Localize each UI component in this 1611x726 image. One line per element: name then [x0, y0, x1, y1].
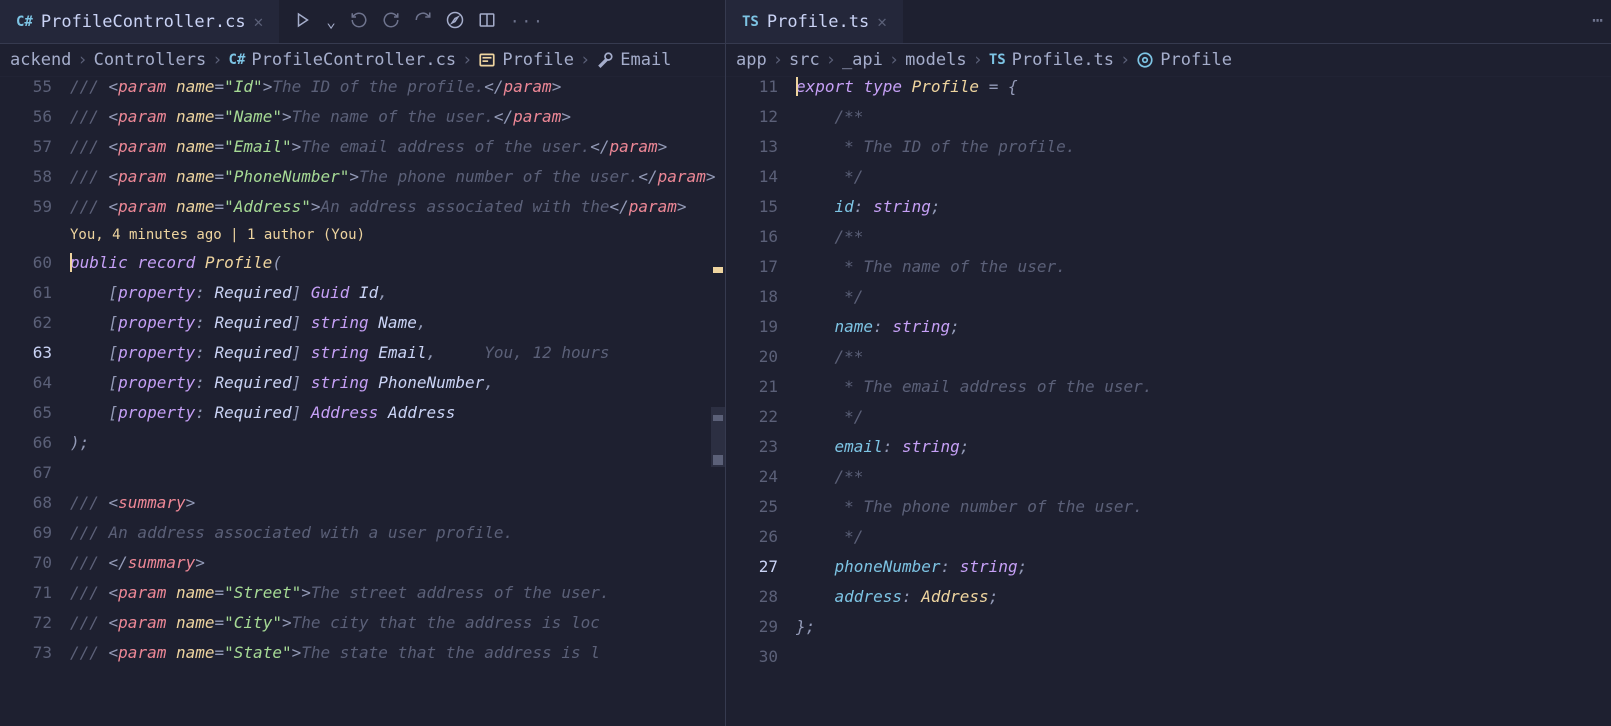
breadcrumb-segment[interactable]: Profile [1160, 50, 1232, 70]
chevron-right-icon: › [889, 50, 899, 70]
chevron-right-icon: › [212, 50, 222, 70]
tab-profilecontroller[interactable]: C# ProfileController.cs ✕ [0, 0, 280, 43]
split-editor-icon[interactable] [478, 11, 496, 33]
breadcrumb-segment[interactable]: Profile.ts [1012, 50, 1114, 70]
breadcrumb-right[interactable]: app › src › _api › models › TS Profile.t… [726, 44, 1611, 77]
interface-symbol-icon [1136, 51, 1154, 69]
breadcrumb-segment[interactable]: app [736, 50, 767, 70]
breadcrumb-segment[interactable]: ackend [10, 50, 71, 70]
more-icon[interactable]: ⋯ [1592, 10, 1603, 31]
editor-pane-left: C# ProfileController.cs ✕ ⌄ [0, 0, 726, 726]
chevron-right-icon: › [826, 50, 836, 70]
chevron-right-icon: › [77, 50, 87, 70]
chevron-right-icon: › [1120, 50, 1130, 70]
csharp-file-icon: C# [16, 14, 33, 30]
refresh-icon[interactable] [414, 11, 432, 33]
redo-icon[interactable] [382, 11, 400, 33]
breadcrumb-segment[interactable]: Controllers [94, 50, 207, 70]
code-editor-left[interactable]: 55/// <param name="Id">The ID of the pro… [0, 77, 725, 726]
close-tab-icon[interactable]: ✕ [877, 12, 887, 31]
tab-bar-left: C# ProfileController.cs ✕ ⌄ [0, 0, 725, 44]
chevron-right-icon: › [580, 50, 590, 70]
tab-bar-right: TS Profile.ts ✕ ⋯ [726, 0, 1611, 44]
breadcrumb-segment[interactable]: _api [842, 50, 883, 70]
editor-pane-right: TS Profile.ts ✕ ⋯ app › src › _api › mod… [726, 0, 1611, 726]
run-icon[interactable] [294, 11, 312, 33]
code-editor-right[interactable]: 11export type Profile = {12 /**13 * The … [726, 77, 1611, 726]
overview-ruler[interactable] [711, 77, 725, 726]
chevron-right-icon: › [973, 50, 983, 70]
typescript-file-icon: TS [989, 52, 1006, 68]
breadcrumb-segment[interactable]: Email [620, 50, 671, 70]
chevron-right-icon: › [773, 50, 783, 70]
breadcrumb-segment[interactable]: models [905, 50, 966, 70]
compass-icon[interactable] [446, 11, 464, 33]
record-symbol-icon [478, 51, 496, 69]
chevron-down-icon[interactable]: ⌄ [326, 12, 336, 31]
property-symbol-icon [596, 51, 614, 69]
csharp-file-icon: C# [229, 52, 246, 68]
tab-title: Profile.ts [767, 12, 869, 32]
close-tab-icon[interactable]: ✕ [254, 12, 264, 31]
breadcrumb-left[interactable]: ackend › Controllers › C# ProfileControl… [0, 44, 725, 77]
breadcrumb-segment[interactable]: Profile [502, 50, 574, 70]
breadcrumb-segment[interactable]: ProfileController.cs [251, 50, 456, 70]
chevron-right-icon: › [462, 50, 472, 70]
tab-title: ProfileController.cs [41, 12, 246, 32]
editor-toolbar: ⌄ ··· [280, 0, 559, 43]
typescript-file-icon: TS [742, 14, 759, 30]
undo-icon[interactable] [350, 11, 368, 33]
more-icon[interactable]: ··· [510, 12, 545, 31]
tab-profile-ts[interactable]: TS Profile.ts ✕ [726, 0, 904, 43]
breadcrumb-segment[interactable]: src [789, 50, 820, 70]
